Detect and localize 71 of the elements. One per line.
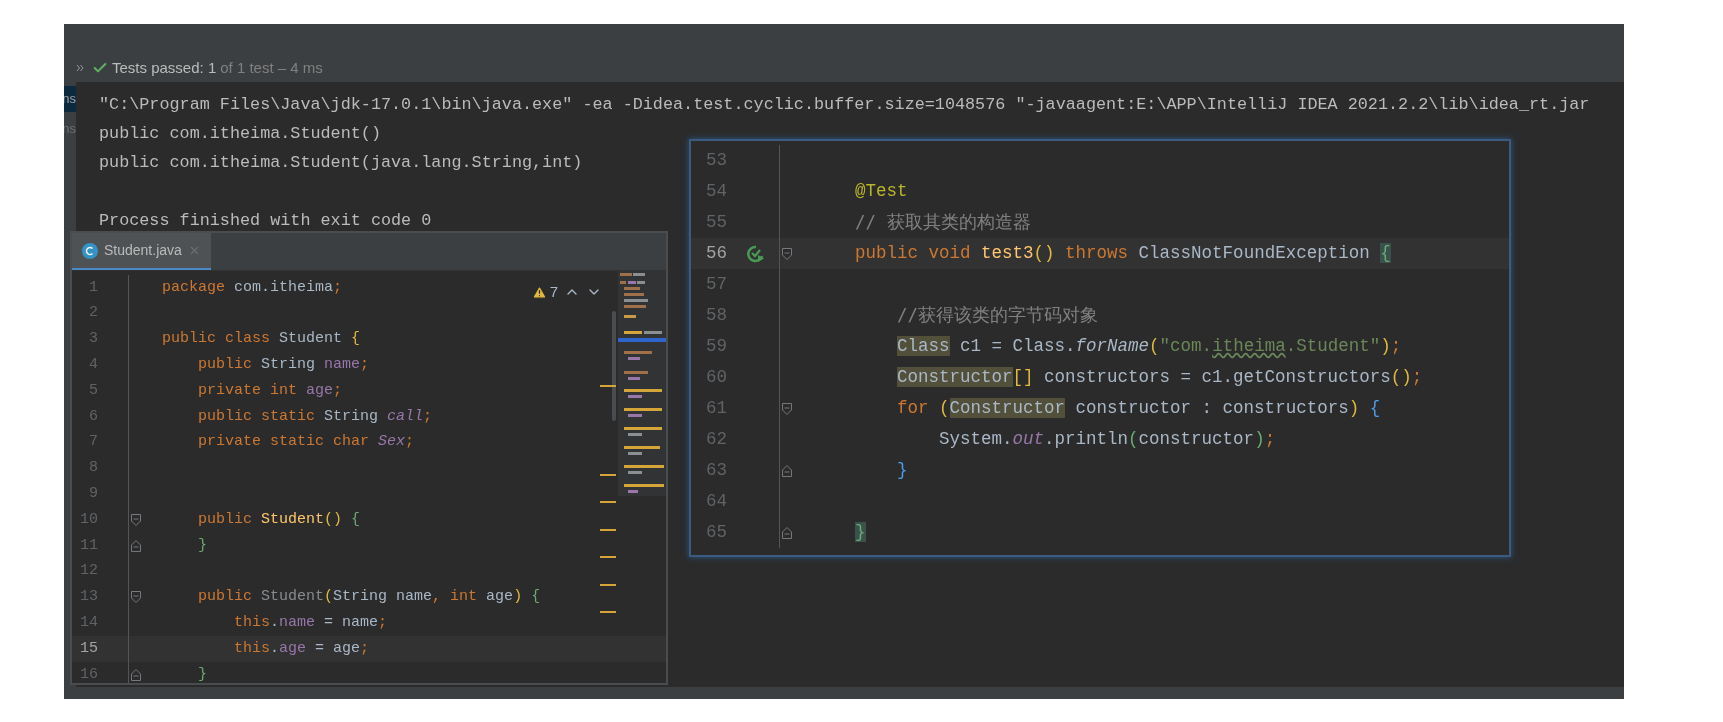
warning-count[interactable]: 7 <box>531 281 558 304</box>
line-number: 8 <box>88 458 99 479</box>
line-number: 65 <box>705 521 728 545</box>
line-number: 53 <box>705 149 728 173</box>
code-line: public static String call; <box>197 407 433 425</box>
console-line: public com.itheima.Student(java.lang.String,int) <box>99 151 583 174</box>
code-line: //获得该类的字节码对象 <box>896 305 1099 326</box>
console-line: public com.itheima.Student() <box>99 122 381 145</box>
more-icon[interactable] <box>76 64 84 72</box>
line-number: 10 <box>79 509 99 530</box>
fold-icon[interactable] <box>781 526 792 539</box>
line-number: 12 <box>79 561 99 582</box>
code-line: public Student(String name, int age) { <box>197 588 541 606</box>
code-line: } <box>896 460 908 481</box>
code-line: for (Constructor constructor : constructors) { <box>896 398 1381 419</box>
side-tab[interactable]: ns <box>64 86 76 112</box>
fold-icon[interactable] <box>781 247 792 260</box>
line-number: 5 <box>88 380 99 401</box>
code-line: public String name; <box>197 356 370 374</box>
line-number: 4 <box>88 355 99 376</box>
code-line: // 获取其类的构造器 <box>854 212 1031 233</box>
fold-icon[interactable] <box>130 539 141 552</box>
code-line: this.name = name; <box>233 614 388 631</box>
code-line: public Student() { <box>197 510 361 528</box>
code-line: } <box>197 536 208 554</box>
code-line: private int age; <box>197 381 343 399</box>
line-number: 6 <box>88 406 99 427</box>
line-number: 56 <box>705 242 728 266</box>
code-line: this.age = age; <box>233 639 370 657</box>
code-line: @Test <box>854 181 908 202</box>
line-number: 1 <box>88 277 99 298</box>
line-number: 54 <box>705 180 728 204</box>
fold-icon[interactable] <box>130 514 141 527</box>
line-number: 61 <box>705 397 728 421</box>
fold-icon[interactable] <box>781 464 792 477</box>
code-line: Class c1 = Class.forName("com.itheima.Student"); <box>896 336 1402 357</box>
line-number: 55 <box>705 211 728 235</box>
console-line: "C:\Program Files\Java\jdk-17.0.1\bin\java.exe" -ea -Didea.test.cyclic.buffer.size=1048576 "-javaagent:E:\APP\IntelliJ IDEA 2021.2.2\lib\idea_rt.jar <box>99 93 1590 116</box>
warning-icon <box>531 284 547 300</box>
fold-icon[interactable] <box>781 402 792 415</box>
file-tab[interactable]: Student.java <box>72 233 211 270</box>
code-line: private static char Sex; <box>197 433 415 451</box>
class-file-icon <box>82 242 98 259</box>
line-number: 13 <box>79 587 99 608</box>
code-line: } <box>197 665 208 683</box>
code-line: public class Student { <box>162 330 361 348</box>
line-number: 9 <box>88 484 99 504</box>
exit-message: Process finished with exit code 0 <box>99 209 432 232</box>
line-number: 57 <box>705 273 728 297</box>
line-number: 2 <box>88 303 99 324</box>
line-number: 15 <box>79 638 99 659</box>
line-number: 64 <box>705 490 728 514</box>
line-number: 63 <box>705 459 728 483</box>
line-number: 3 <box>88 329 99 350</box>
line-number: 14 <box>79 613 99 633</box>
code-line: public void test3() throws ClassNotFoundException { <box>854 243 1391 264</box>
line-number: 62 <box>705 428 728 452</box>
line-number: 60 <box>705 366 728 390</box>
line-number: 11 <box>79 535 99 556</box>
line-number: 7 <box>88 432 99 453</box>
test-status-detail: of 1 test – 4 ms <box>220 57 323 78</box>
fold-icon[interactable] <box>130 668 141 681</box>
code-line: System.out.println(constructor); <box>938 429 1276 450</box>
code-line: Constructor[] constructors = c1.getConstructors(); <box>896 367 1423 388</box>
code-line: package com.itheima; <box>162 278 343 296</box>
line-number: 16 <box>79 664 99 683</box>
test-status-label: Tests passed: 1 <box>112 57 217 78</box>
fold-icon[interactable] <box>130 591 141 604</box>
line-number: 58 <box>705 304 728 328</box>
line-number: 59 <box>705 335 728 359</box>
run-test-icon[interactable] <box>747 244 765 263</box>
